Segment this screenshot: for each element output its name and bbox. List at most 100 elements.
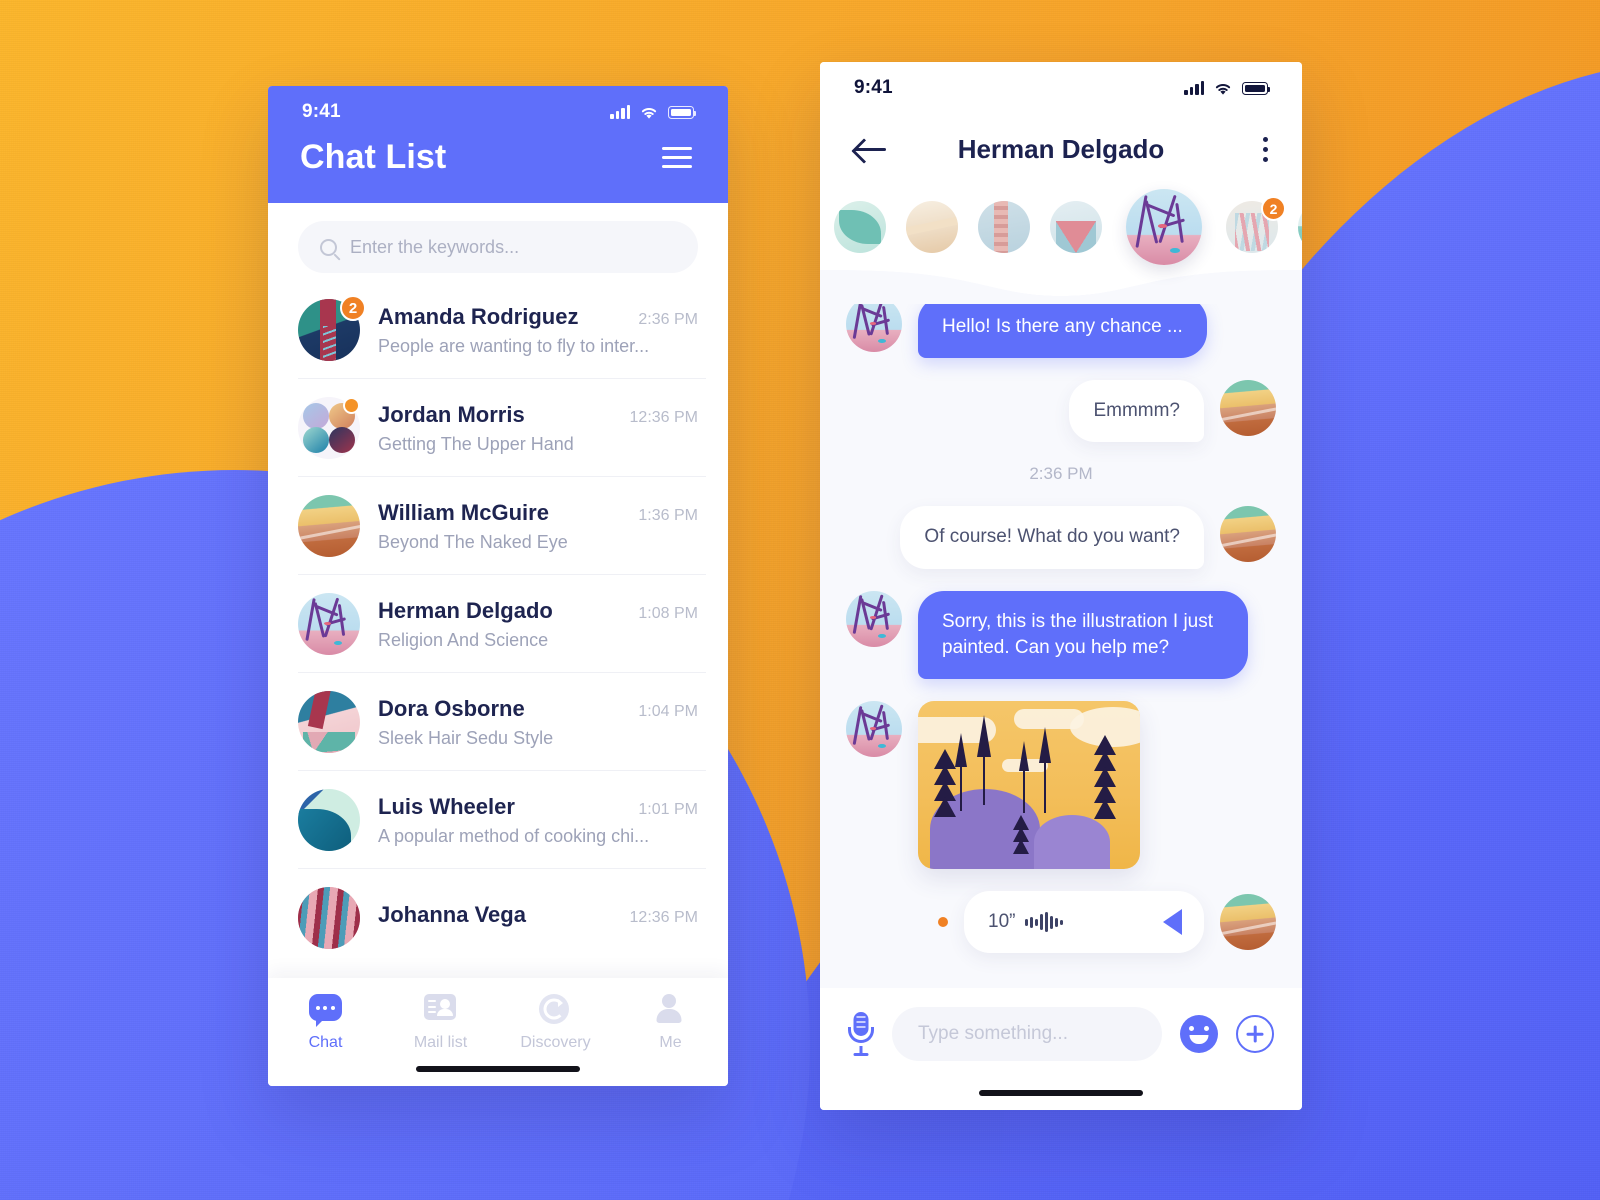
message-row-image [846,701,1276,870]
avatar [298,691,360,753]
list-item[interactable]: 2 Amanda Rodriguez 2:36 PM People are wa… [268,281,728,379]
tab-mail-list[interactable]: Mail list [383,994,498,1052]
search-icon [320,238,337,256]
tab-me[interactable]: Me [613,994,728,1052]
page-title: Chat List [300,138,447,176]
message-time: 12:36 PM [629,909,698,926]
contact-name: Dora Osborne [378,695,525,721]
wifi-icon [1215,83,1231,95]
message-row: Hello! Is there any chance ... [846,296,1276,359]
status-icons [1184,81,1270,96]
avatar [1220,506,1276,563]
voice-duration: 10” [988,911,1016,933]
avatar [1220,894,1276,951]
chat-icon [308,994,342,1027]
voice-unread-dot [938,917,948,928]
message-bubble-incoming[interactable]: Hello! Is there any chance ... [918,296,1207,359]
message-timestamp: 2:36 PM [1029,464,1093,484]
list-item[interactable]: Herman Delgado 1:08 PM Religion And Scie… [268,575,728,673]
message-preview: People are wanting to fly to inter... [378,335,650,356]
avatar [298,397,360,459]
contact-name: Amanda Rodriguez [378,303,579,329]
message-preview: Getting The Upper Hand [378,433,574,454]
message-time: 1:36 PM [638,506,698,524]
status-time: 9:41 [302,101,341,122]
contact-name: William McGuire [378,499,549,525]
back-arrow-icon[interactable] [854,136,888,162]
forest-illustration[interactable] [918,701,1140,870]
avatar [846,590,902,647]
message-input[interactable]: Type something... [892,1007,1162,1061]
voice-message-bubble[interactable]: 10” [964,891,1204,954]
message-row: Emmmm? [846,380,1276,443]
contacts-icon [423,994,456,1020]
message-time: 12:36 PM [629,408,698,426]
list-item[interactable]: Luis Wheeler 1:01 PM A popular method of… [268,771,728,869]
story-avatar[interactable] [1050,201,1102,253]
emoji-icon[interactable] [1180,1015,1218,1053]
tab-discovery[interactable]: Discovery [498,994,613,1052]
unread-dot-badge [343,397,360,414]
status-time: 9:41 [854,77,893,98]
status-bar-right: 9:41 [820,62,1302,114]
waveform-icon [1025,912,1063,933]
status-icons [610,105,696,120]
unread-badge: 2 [340,295,366,321]
story-avatar[interactable] [978,201,1030,253]
plus-icon[interactable] [1236,1015,1274,1053]
message-row: Sorry, this is the illustration I just p… [846,590,1276,680]
list-item[interactable]: Dora Osborne 1:04 PM Sleek Hair Sedu Sty… [268,673,728,771]
message-input-placeholder: Type something... [918,1023,1068,1044]
message-time: 1:08 PM [638,604,698,622]
message-bubble-outgoing[interactable]: Of course! What do you want? [900,506,1204,569]
stories-list: 2 [820,184,1302,270]
chat-list-screen: 9:41 Chat List Enter the keywords... 2 A… [268,86,728,1086]
search-section: Enter the keywords... [268,203,728,281]
message-time: 1:01 PM [638,800,698,818]
status-bar-left: 9:41 [268,86,728,138]
story-avatar[interactable] [1298,201,1302,253]
story-unread-badge: 2 [1261,196,1286,221]
list-item[interactable]: Johanna Vega 12:36 PM [268,869,728,967]
avatar [846,296,902,352]
kebab-menu-icon[interactable] [1263,136,1268,162]
story-avatar[interactable] [834,201,886,253]
tab-chat[interactable]: Chat [268,994,383,1052]
home-indicator [416,1066,580,1072]
contact-name: Herman Delgado [378,597,553,623]
message-preview: Sleek Hair Sedu Style [378,727,554,748]
story-avatar[interactable] [906,201,958,253]
battery-icon [668,105,696,119]
hamburger-icon[interactable] [658,143,696,172]
contact-name: Luis Wheeler [378,793,515,819]
avatar [298,789,360,851]
battery-icon [1242,81,1270,95]
story-avatar-active[interactable] [1126,189,1202,265]
avatar [298,887,360,949]
search-input[interactable]: Enter the keywords... [298,221,698,273]
message-preview: Religion And Science [378,629,549,650]
message-bubble-outgoing[interactable]: Emmmm? [1069,380,1204,443]
list-item[interactable]: Jordan Morris 12:36 PM Getting The Upper… [268,379,728,477]
play-icon[interactable] [1163,909,1182,936]
avatar [1220,380,1276,437]
discovery-icon [538,994,569,1024]
home-indicator [979,1090,1143,1096]
avatar [298,495,360,557]
background-noise-texture [0,0,1600,1200]
message-time: 1:04 PM [638,702,698,720]
story-avatar[interactable]: 2 [1226,196,1286,253]
list-item[interactable]: William McGuire 1:36 PM Beyond The Naked… [268,477,728,575]
wifi-icon [641,107,657,119]
person-icon [654,994,684,1024]
tab-label: Mail list [413,1034,468,1051]
message-bubble-incoming[interactable]: Sorry, this is the illustration I just p… [918,590,1248,680]
message-preview: Beyond The Naked Eye [378,531,568,552]
conversation-screen: 9:41 Herman Delgado 2 Hello! Is there an… [820,62,1302,1110]
avatar: 2 [298,295,366,361]
cellular-signal-icon [1184,81,1204,95]
tab-label: Me [659,1034,682,1051]
microphone-icon[interactable] [848,1012,874,1056]
contact-name: Johanna Vega [378,902,526,927]
avatar [298,593,360,655]
